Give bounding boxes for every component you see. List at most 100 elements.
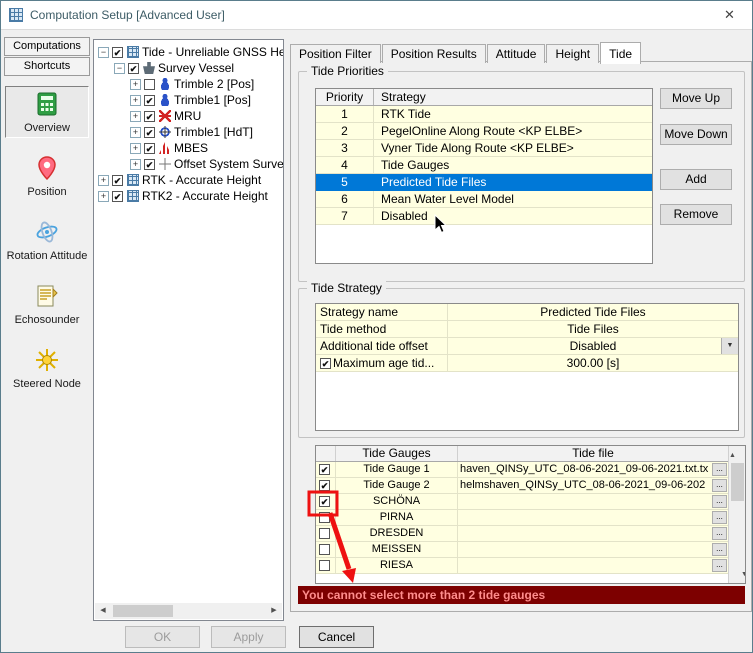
gauge-row-riesa[interactable]: RIESA ... xyxy=(316,558,728,574)
checkbox[interactable]: ✔ xyxy=(144,127,155,138)
scroll-right-icon[interactable]: ▶ xyxy=(266,603,282,619)
sidebar-item-overview[interactable]: Overview xyxy=(5,86,89,138)
collapse-icon[interactable]: − xyxy=(98,47,109,58)
expand-icon[interactable]: + xyxy=(130,111,141,122)
tree-item-mbes[interactable]: + ✔ MBES xyxy=(94,140,283,156)
tree-item-trimble2-pos[interactable]: + Trimble 2 [Pos] xyxy=(94,76,283,92)
tab-attitude[interactable]: Attitude xyxy=(487,44,546,63)
tree-item-rtk2[interactable]: + ✔ RTK2 - Accurate Height xyxy=(94,188,283,204)
tree-item-offset-system[interactable]: + ✔ Offset System Survey V xyxy=(94,156,283,172)
sidebar-item-position[interactable]: Position xyxy=(5,150,89,202)
expand-icon[interactable]: + xyxy=(98,191,109,202)
shortcuts-button[interactable]: Shortcuts xyxy=(4,57,90,76)
checkbox[interactable]: ✔ xyxy=(128,63,139,74)
checkbox[interactable]: ✔ xyxy=(112,191,123,202)
table-row-selected[interactable]: 5Predicted Tide Files xyxy=(316,174,652,191)
gauge-file[interactable]: ... xyxy=(458,526,728,541)
browse-button[interactable]: ... xyxy=(712,511,727,524)
checkbox[interactable] xyxy=(316,542,336,557)
tree-item-trimble1-pos[interactable]: + ✔ Trimble1 [Pos] xyxy=(94,92,283,108)
expand-icon[interactable]: + xyxy=(130,95,141,106)
scroll-down-icon[interactable]: ▼ xyxy=(736,567,746,583)
tree-item-survey-vessel[interactable]: − ✔ Survey Vessel xyxy=(94,60,283,76)
tree-item-rtk[interactable]: + ✔ RTK - Accurate Height xyxy=(94,172,283,188)
add-button[interactable]: Add xyxy=(660,169,732,190)
checkbox[interactable]: ✔ xyxy=(320,358,331,369)
expand-icon[interactable]: + xyxy=(130,143,141,154)
computations-button[interactable]: Computations xyxy=(4,37,90,56)
checkbox[interactable]: ✔ xyxy=(144,143,155,154)
tab-position-filter[interactable]: Position Filter xyxy=(290,44,381,63)
browse-button[interactable]: ... xyxy=(712,559,727,572)
tree-item-trimble1-hdt[interactable]: + ✔ Trimble1 [HdT] xyxy=(94,124,283,140)
gauge-row-dresden[interactable]: DRESDEN ... xyxy=(316,526,728,542)
gauge-row-tide-gauge-2[interactable]: ✔ Tide Gauge 2 helmshaven_QINSy_UTC_08-0… xyxy=(316,478,728,494)
tree-item-tide[interactable]: − ✔ Tide - Unreliable GNSS Hei xyxy=(94,44,283,60)
expand-icon[interactable]: + xyxy=(130,159,141,170)
table-row[interactable]: 7Disabled xyxy=(316,208,652,225)
scroll-left-icon[interactable]: ◀ xyxy=(95,603,111,619)
browse-button[interactable]: ... xyxy=(712,527,727,540)
table-row[interactable]: 1RTK Tide xyxy=(316,106,652,123)
browse-button[interactable]: ... xyxy=(712,495,727,508)
table-row[interactable]: 2PegelOnline Along Route <KP ELBE> xyxy=(316,123,652,140)
tab-height[interactable]: Height xyxy=(546,44,599,63)
scroll-up-icon[interactable]: ▲ xyxy=(729,452,736,459)
checkbox[interactable]: ✔ xyxy=(144,111,155,122)
row-value[interactable]: Tide Files xyxy=(448,321,738,337)
gauge-row-schona[interactable]: ✔ SCHÖNA ... xyxy=(316,494,728,510)
checkbox[interactable]: ✔ xyxy=(316,462,336,477)
gauge-file[interactable]: ... xyxy=(458,542,728,557)
checkbox[interactable]: ✔ xyxy=(144,95,155,106)
checkbox[interactable]: ✔ xyxy=(112,47,123,58)
table-row[interactable]: 6Mean Water Level Model xyxy=(316,191,652,208)
row-value[interactable]: 300.00 [s] xyxy=(448,355,738,371)
move-up-button[interactable]: Move Up xyxy=(660,88,732,109)
tree-item-mru[interactable]: + ✔ MRU xyxy=(94,108,283,124)
tab-position-results[interactable]: Position Results xyxy=(382,44,486,63)
table-row[interactable]: 4Tide Gauges xyxy=(316,157,652,174)
expand-icon[interactable]: + xyxy=(98,175,109,186)
collapse-icon[interactable]: − xyxy=(114,63,125,74)
cancel-button[interactable]: Cancel xyxy=(299,626,374,648)
priority-cell: 5 xyxy=(316,174,374,190)
position-sensor-icon xyxy=(159,94,171,106)
additional-tide-offset-select[interactable]: Disabled▼ xyxy=(448,338,738,354)
scrollbar-thumb[interactable] xyxy=(113,605,173,617)
gauge-file[interactable]: ... xyxy=(458,510,728,525)
row-value[interactable]: Predicted Tide Files xyxy=(448,304,738,320)
expand-icon[interactable]: + xyxy=(130,79,141,90)
checkbox[interactable]: ✔ xyxy=(316,478,336,493)
tab-tide[interactable]: Tide xyxy=(600,42,641,64)
browse-button[interactable]: ... xyxy=(712,543,727,556)
table-row[interactable]: 3Vyner Tide Along Route <KP ELBE> xyxy=(316,140,652,157)
remove-button[interactable]: Remove xyxy=(660,204,732,225)
gauge-row-meissen[interactable]: MEISSEN ... xyxy=(316,542,728,558)
sidebar-item-echosounder[interactable]: Echosounder xyxy=(5,278,89,330)
gauge-file[interactable]: haven_QINSy_UTC_08-06-2021_09-06-2021.tx… xyxy=(458,462,728,477)
gauge-file[interactable]: ... xyxy=(458,558,728,573)
sidebar-item-steered-node[interactable]: Steered Node xyxy=(5,342,89,394)
browse-button[interactable]: ... xyxy=(712,463,727,476)
browse-button[interactable]: ... xyxy=(712,479,727,492)
gauges-vertical-scrollbar[interactable]: ▲ ▼ xyxy=(728,446,745,583)
file-path: haven_QINSy_UTC_08-06-2021_09-06-2021.tx… xyxy=(460,463,708,475)
expand-icon[interactable]: + xyxy=(130,127,141,138)
checkbox[interactable]: ✔ xyxy=(112,175,123,186)
gauge-row-pirna[interactable]: PIRNA ... xyxy=(316,510,728,526)
checkbox[interactable] xyxy=(144,79,155,90)
checkbox[interactable]: ✔ xyxy=(144,159,155,170)
checkbox[interactable] xyxy=(316,510,336,525)
sidebar-item-rotation-attitude[interactable]: Rotation Attitude xyxy=(5,214,89,266)
checkbox[interactable] xyxy=(316,526,336,541)
checkbox[interactable]: ✔ xyxy=(316,494,336,509)
gauge-row-tide-gauge-1[interactable]: ✔ Tide Gauge 1 haven_QINSy_UTC_08-06-202… xyxy=(316,462,728,478)
tree-horizontal-scrollbar[interactable]: ◀ ▶ xyxy=(95,603,282,619)
move-down-button[interactable]: Move Down xyxy=(660,124,732,145)
close-icon[interactable]: ✕ xyxy=(707,1,752,29)
chevron-down-icon[interactable]: ▼ xyxy=(721,338,738,354)
checkbox[interactable] xyxy=(316,558,336,573)
gauge-file[interactable]: helmshaven_QINSy_UTC_08-06-2021_09-06-20… xyxy=(458,478,728,493)
gauge-file[interactable]: ... xyxy=(458,494,728,509)
scrollbar-thumb[interactable] xyxy=(731,463,744,501)
